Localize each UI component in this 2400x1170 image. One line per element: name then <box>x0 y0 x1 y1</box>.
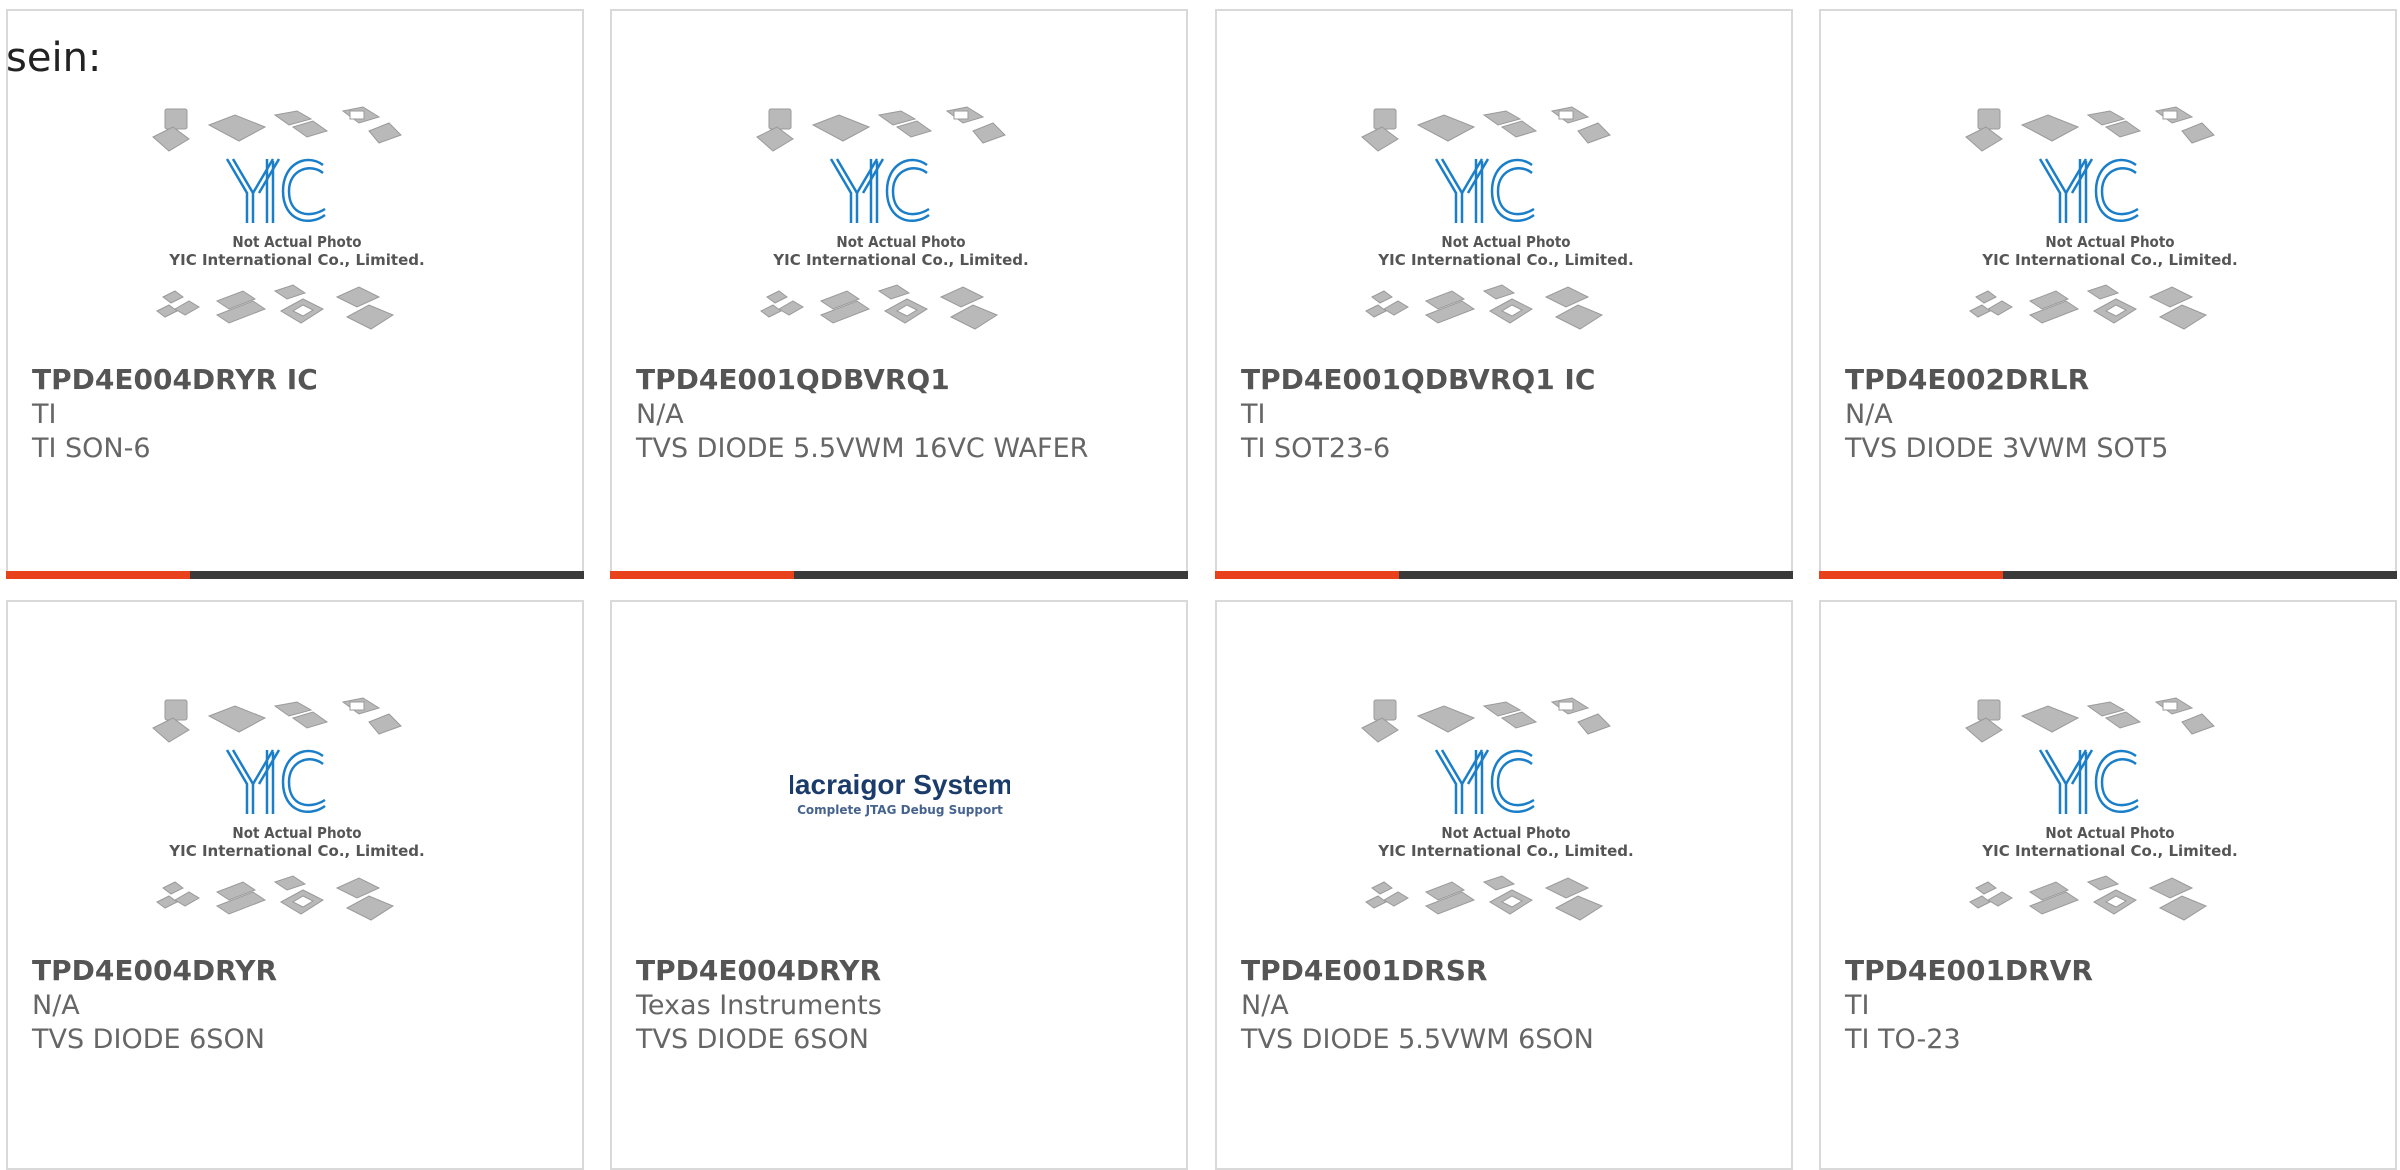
placeholder-caption-line1: Not Actual Photo <box>232 233 361 251</box>
placeholder-caption-line1: Not Actual Photo <box>1441 824 1570 842</box>
yic-logo-icon <box>2038 749 2139 814</box>
product-manufacturer: N/A <box>1845 399 1893 430</box>
yic-placeholder-image: Not Actual Photo YIC International Co., … <box>1361 697 1634 921</box>
placeholder-caption-line2: YIC International Co., Limited. <box>168 251 424 269</box>
macraigor-logo-name: Macraigor Systems <box>790 769 1010 800</box>
product-card[interactable]: Not Actual Photo YIC International Co., … <box>6 600 584 1170</box>
yic-placeholder-image: Not Actual Photo YIC International Co., … <box>1965 106 2238 330</box>
product-part-number[interactable]: TPD4E002DRLR <box>1845 363 2089 396</box>
product-description: TVS DIODE 3VWM SOT5 <box>1845 433 2169 464</box>
product-manufacturer: N/A <box>636 399 684 430</box>
product-card[interactable]: Not Actual Photo YIC International Co., … <box>1819 9 2397 579</box>
yic-logo-icon <box>225 749 326 814</box>
product-manufacturer: TI <box>1845 990 1870 1021</box>
placeholder-caption-line2: YIC International Co., Limited. <box>1981 251 2237 269</box>
page-heading-fragment: sein: <box>6 35 102 81</box>
product-description: TI TO-23 <box>1845 1024 1961 1055</box>
macraigor-logo-tagline: Complete JTAG Debug Support <box>797 803 1003 817</box>
accent-segment <box>6 571 190 579</box>
product-description: TVS DIODE 6SON <box>636 1024 869 1055</box>
product-image[interactable]: Not Actual Photo YIC International Co., … <box>8 101 582 353</box>
product-image[interactable]: Not Actual Photo YIC International Co., … <box>1821 692 2395 944</box>
product-description: TI SON-6 <box>32 433 151 464</box>
product-part-number[interactable]: TPD4E001QDBVRQ1 <box>636 363 950 396</box>
product-description: TI SOT23-6 <box>1241 433 1391 464</box>
product-description: TVS DIODE 5.5VWM 16VC WAFER <box>636 433 1089 464</box>
accent-segment <box>1215 571 1399 579</box>
product-part-number[interactable]: TPD4E001DRVR <box>1845 954 2093 987</box>
yic-placeholder-image: Not Actual Photo YIC International Co., … <box>152 106 425 330</box>
product-part-number[interactable]: TPD4E004DRYR IC <box>32 363 318 396</box>
accent-segment <box>1819 571 2003 579</box>
macraigor-logo-image: Macraigor Systems Complete JTAG Debug Su… <box>790 769 1010 817</box>
placeholder-caption-line1: Not Actual Photo <box>2045 824 2174 842</box>
placeholder-caption-line2: YIC International Co., Limited. <box>1981 842 2237 860</box>
yic-placeholder-image: Not Actual Photo YIC International Co., … <box>152 697 425 921</box>
product-image[interactable]: Not Actual Photo YIC International Co., … <box>8 692 582 944</box>
placeholder-caption-line1: Not Actual Photo <box>2045 233 2174 251</box>
product-part-number[interactable]: TPD4E001QDBVRQ1 IC <box>1241 363 1595 396</box>
bar-segment <box>794 571 1188 579</box>
yic-logo-icon <box>829 158 930 223</box>
placeholder-caption-line1: Not Actual Photo <box>232 824 361 842</box>
placeholder-caption-line2: YIC International Co., Limited. <box>168 842 424 860</box>
yic-placeholder-image: Not Actual Photo YIC International Co., … <box>756 106 1029 330</box>
product-image[interactable]: Not Actual Photo YIC International Co., … <box>1821 101 2395 353</box>
product-manufacturer: N/A <box>1241 990 1289 1021</box>
product-description: TVS DIODE 6SON <box>32 1024 265 1055</box>
product-part-number[interactable]: TPD4E001DRSR <box>1241 954 1487 987</box>
yic-logo-icon <box>1434 158 1535 223</box>
product-card[interactable]: Macraigor Systems Complete JTAG Debug Su… <box>610 600 1188 1170</box>
placeholder-caption-line1: Not Actual Photo <box>1441 233 1570 251</box>
bar-segment <box>2003 571 2397 579</box>
placeholder-caption-line2: YIC International Co., Limited. <box>772 251 1028 269</box>
product-image[interactable]: Not Actual Photo YIC International Co., … <box>612 101 1186 353</box>
placeholder-caption-line1: Not Actual Photo <box>836 233 965 251</box>
card-accent-bar <box>6 571 584 579</box>
placeholder-caption-line2: YIC International Co., Limited. <box>1377 251 1633 269</box>
product-manufacturer: TI <box>32 399 57 430</box>
product-manufacturer: N/A <box>32 990 80 1021</box>
bar-segment <box>1399 571 1793 579</box>
product-card[interactable]: Not Actual Photo YIC International Co., … <box>1819 600 2397 1170</box>
accent-segment <box>610 571 794 579</box>
product-image[interactable]: Not Actual Photo YIC International Co., … <box>1217 101 1791 353</box>
product-part-number[interactable]: TPD4E004DRYR <box>32 954 277 987</box>
product-manufacturer: TI <box>1241 399 1266 430</box>
product-image[interactable]: Macraigor Systems Complete JTAG Debug Su… <box>612 692 1186 944</box>
yic-logo-icon <box>1434 749 1535 814</box>
product-part-number[interactable]: TPD4E004DRYR <box>636 954 881 987</box>
product-card[interactable]: Not Actual Photo YIC International Co., … <box>1215 600 1793 1170</box>
yic-logo-icon <box>225 158 326 223</box>
product-card[interactable]: Not Actual Photo YIC International Co., … <box>1215 9 1793 579</box>
product-description: TVS DIODE 5.5VWM 6SON <box>1241 1024 1594 1055</box>
placeholder-caption-line2: YIC International Co., Limited. <box>1377 842 1633 860</box>
product-image[interactable]: Not Actual Photo YIC International Co., … <box>1217 692 1791 944</box>
yic-logo-icon <box>2038 158 2139 223</box>
card-accent-bar <box>610 571 1188 579</box>
product-card[interactable]: Not Actual Photo YIC International Co., … <box>6 9 584 579</box>
bar-segment <box>190 571 584 579</box>
card-accent-bar <box>1819 571 2397 579</box>
product-card[interactable]: Not Actual Photo YIC International Co., … <box>610 9 1188 579</box>
product-manufacturer: Texas Instruments <box>636 990 882 1021</box>
yic-placeholder-image: Not Actual Photo YIC International Co., … <box>1965 697 2238 921</box>
card-accent-bar <box>1215 571 1793 579</box>
yic-placeholder-image: Not Actual Photo YIC International Co., … <box>1361 106 1634 330</box>
product-grid: Not Actual Photo YIC International Co., … <box>0 0 2400 1170</box>
